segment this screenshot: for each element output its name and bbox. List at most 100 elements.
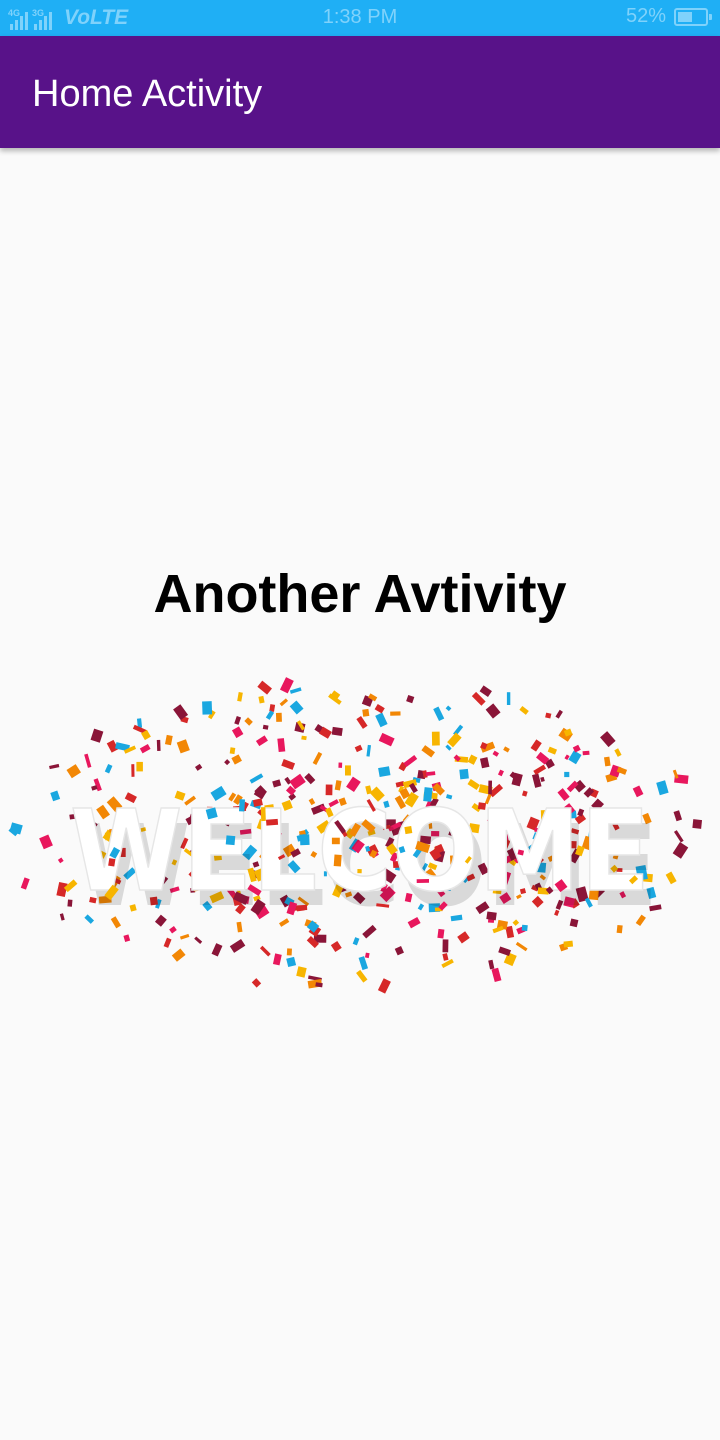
confetti-piece: [603, 756, 611, 767]
confetti-piece: [488, 959, 495, 970]
confetti-piece: [441, 958, 454, 969]
confetti-piece: [375, 712, 388, 728]
confetti-piece: [406, 694, 415, 704]
confetti-piece: [281, 759, 296, 770]
confetti-piece: [104, 763, 113, 774]
confetti-piece: [600, 731, 616, 748]
status-right: 52%: [625, 5, 712, 28]
welcome-image: WELCOME WELCOME: [0, 675, 720, 1005]
confetti-piece: [442, 953, 449, 961]
confetti-piece: [459, 768, 469, 780]
confetti-piece: [286, 956, 297, 968]
confetti-piece: [176, 739, 190, 754]
confetti-piece: [136, 761, 143, 772]
confetti-piece: [296, 966, 307, 978]
confetti-piece: [225, 835, 236, 846]
confetti-piece: [506, 692, 511, 706]
confetti-piece: [331, 837, 340, 845]
confetti-piece: [404, 825, 413, 835]
confetti-piece: [275, 712, 282, 722]
confetti-piece: [262, 724, 269, 730]
confetti-piece: [238, 799, 246, 812]
confetti-piece: [563, 940, 574, 948]
confetti-piece: [521, 924, 528, 932]
confetti-piece: [244, 717, 253, 726]
confetti-piece: [445, 744, 452, 751]
confetti-piece: [260, 807, 266, 822]
battery-percent: 52%: [625, 5, 666, 27]
confetti-piece: [179, 933, 190, 940]
confetti-piece: [555, 709, 563, 719]
confetti-piece: [194, 763, 203, 771]
confetti-piece: [437, 928, 445, 939]
confetti-piece: [352, 937, 360, 946]
confetti-piece: [202, 701, 213, 715]
confetti-piece: [266, 818, 279, 826]
confetti-piece: [433, 706, 445, 722]
confetti-piece: [345, 765, 351, 776]
battery-icon: [674, 7, 712, 26]
welcome-text: WELCOME: [70, 787, 650, 917]
confetti-piece: [467, 754, 478, 765]
confetti-piece: [272, 953, 282, 966]
confetti-piece: [255, 735, 268, 747]
confetti-piece: [665, 871, 677, 885]
confetti-piece: [258, 695, 265, 704]
confetti-piece: [445, 705, 452, 712]
confetti-piece: [224, 759, 231, 766]
confetti-piece: [479, 757, 490, 769]
confetti-piece: [279, 698, 289, 707]
confetti-piece: [57, 857, 64, 864]
confetti-piece: [49, 763, 60, 770]
confetti-piece: [692, 819, 703, 829]
confetti-piece: [231, 754, 242, 765]
confetti-piece: [486, 911, 497, 921]
confetti-piece: [251, 978, 262, 988]
confetti-piece: [171, 948, 186, 962]
confetti-piece: [488, 780, 493, 795]
confetti-piece: [673, 830, 684, 843]
confetti-piece: [354, 744, 363, 753]
confetti-piece: [564, 771, 570, 778]
confetti-piece: [265, 710, 275, 720]
confetti-piece: [425, 771, 436, 776]
confetti-piece: [358, 956, 369, 971]
confetti-piece: [108, 858, 116, 867]
confetti-piece: [614, 748, 622, 757]
confetti-piece: [249, 773, 264, 784]
confetti-piece: [491, 967, 502, 982]
confetti-piece: [378, 766, 391, 777]
confetti-piece: [331, 726, 343, 736]
confetti-piece: [333, 854, 342, 867]
confetti-piece: [431, 731, 440, 746]
confetti-piece: [498, 946, 511, 956]
confetti-piece: [377, 978, 391, 994]
confetti-piece: [156, 739, 161, 752]
confetti-piece: [229, 747, 236, 755]
confetti-piece: [479, 685, 492, 697]
confetti-piece: [582, 750, 590, 756]
confetti-piece: [519, 705, 529, 715]
confetti-piece: [299, 834, 310, 846]
confetti-piece: [164, 734, 173, 746]
confetti-piece: [90, 728, 104, 743]
confetti-piece: [568, 750, 582, 765]
confetti-piece: [330, 940, 342, 953]
confetti-piece: [289, 687, 302, 694]
confetti-piece: [234, 715, 242, 725]
confetti-piece: [533, 764, 547, 775]
confetti-piece: [356, 969, 368, 983]
confetti-piece: [673, 810, 683, 822]
confetti-piece: [447, 732, 462, 748]
app-title: Home Activity: [32, 73, 263, 115]
confetti-piece: [301, 735, 307, 741]
app-bar: Home Activity: [0, 36, 720, 148]
confetti-piece: [364, 952, 370, 959]
confetti-piece: [515, 941, 528, 952]
confetti-piece: [672, 842, 689, 859]
confetti-piece: [540, 776, 545, 783]
confetti-piece: [366, 744, 371, 757]
confetti-piece: [277, 738, 286, 753]
welcome-confetti-graphic: WELCOME WELCOME: [8, 677, 703, 994]
confetti-piece: [163, 937, 172, 948]
